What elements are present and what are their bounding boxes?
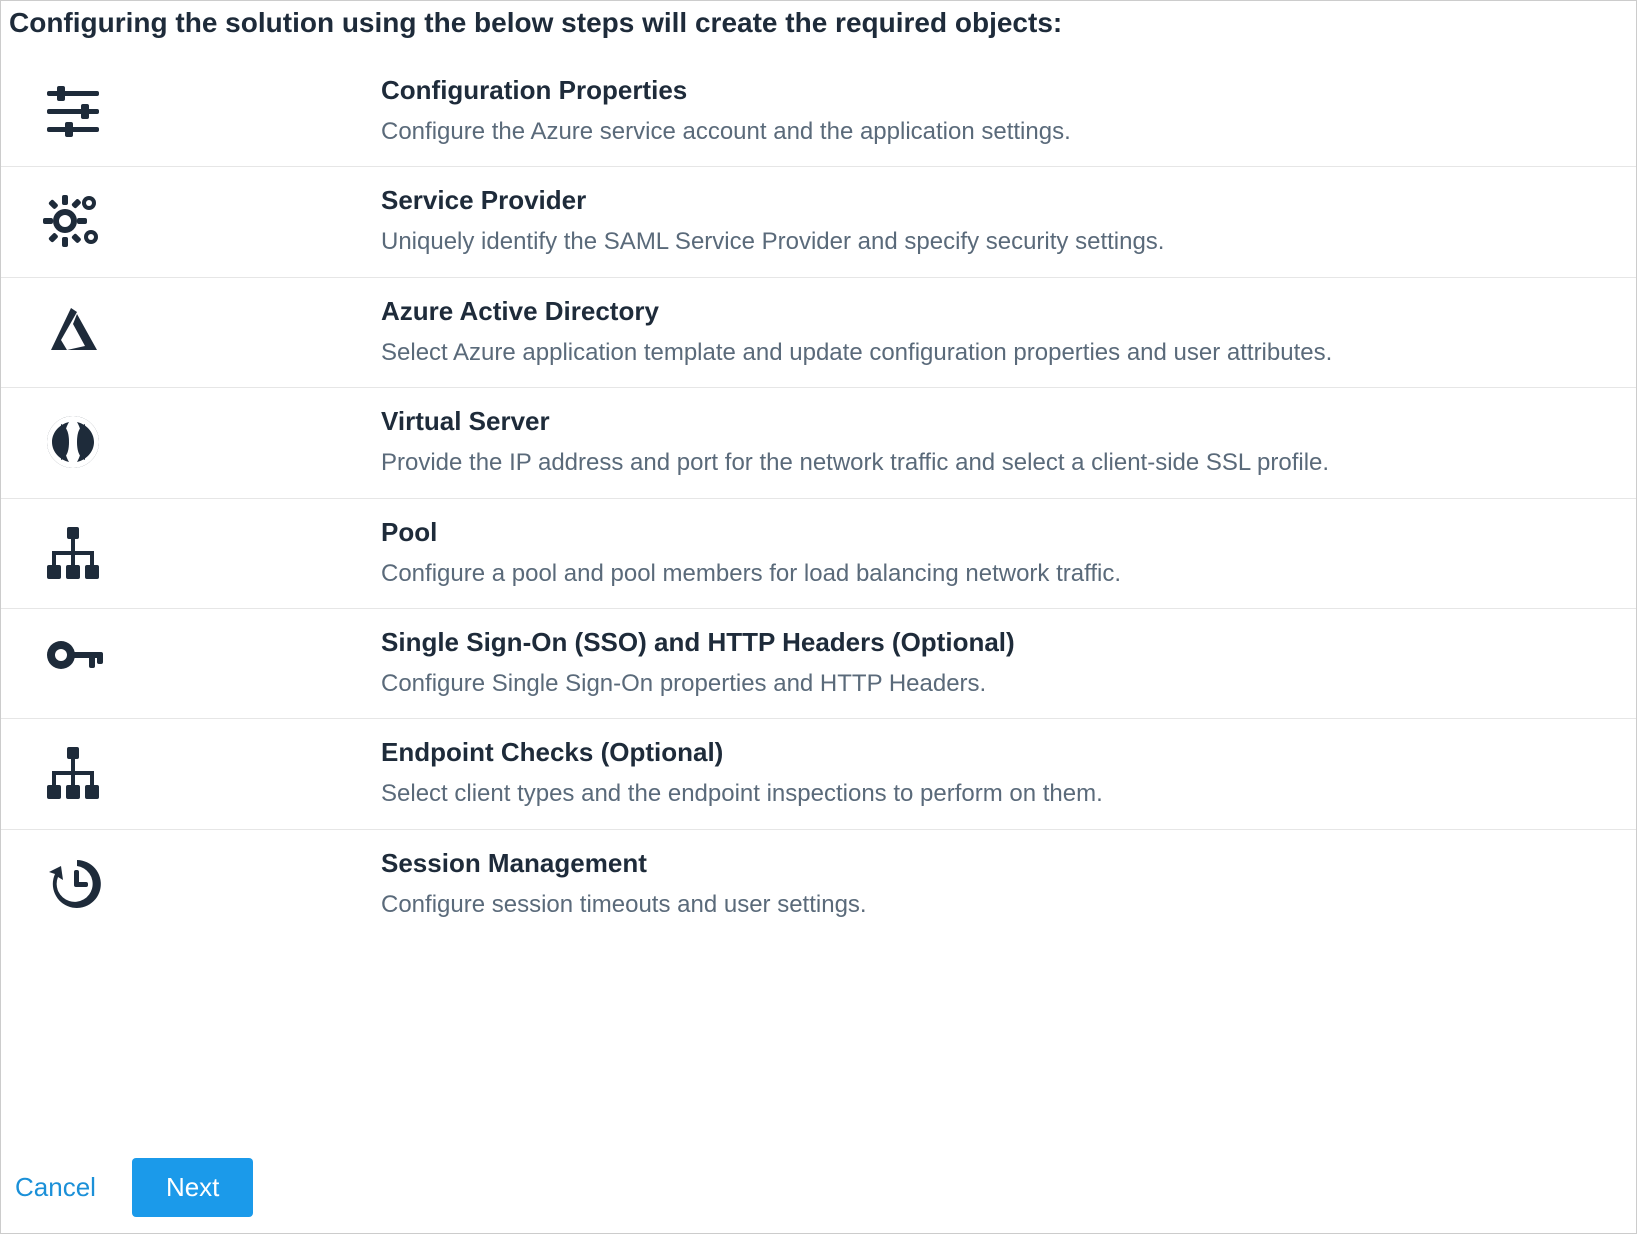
step-configuration-properties[interactable]: Configuration Properties Configure the A… xyxy=(1,57,1636,167)
step-text: Virtual Server Provide the IP address an… xyxy=(381,406,1626,479)
step-desc: Uniquely identify the SAML Service Provi… xyxy=(381,226,1626,258)
next-button[interactable]: Next xyxy=(132,1158,253,1217)
step-text: Session Management Configure session tim… xyxy=(381,848,1626,921)
wizard-footer: Cancel Next xyxy=(1,1144,1636,1233)
gears-icon xyxy=(41,185,381,253)
step-azure-ad[interactable]: Azure Active Directory Select Azure appl… xyxy=(1,278,1636,388)
step-endpoint-checks[interactable]: Endpoint Checks (Optional) Select client… xyxy=(1,719,1636,829)
step-title: Configuration Properties xyxy=(381,75,1626,106)
step-virtual-server[interactable]: Virtual Server Provide the IP address an… xyxy=(1,388,1636,498)
step-title: Service Provider xyxy=(381,185,1626,216)
step-text: Service Provider Uniquely identify the S… xyxy=(381,185,1626,258)
config-wizard-panel: Configuring the solution using the below… xyxy=(0,0,1637,1234)
step-text: Configuration Properties Configure the A… xyxy=(381,75,1626,148)
step-title: Endpoint Checks (Optional) xyxy=(381,737,1626,768)
step-desc: Configure a pool and pool members for lo… xyxy=(381,558,1626,590)
step-title: Virtual Server xyxy=(381,406,1626,437)
step-title: Pool xyxy=(381,517,1626,548)
step-desc: Select client types and the endpoint ins… xyxy=(381,778,1626,810)
step-text: Pool Configure a pool and pool members f… xyxy=(381,517,1626,590)
step-pool[interactable]: Pool Configure a pool and pool members f… xyxy=(1,499,1636,609)
sitemap-icon xyxy=(41,737,381,805)
step-desc: Configure Single Sign-On properties and … xyxy=(381,668,1626,700)
globe-icon xyxy=(41,406,381,474)
step-service-provider[interactable]: Service Provider Uniquely identify the S… xyxy=(1,167,1636,277)
step-sso[interactable]: Single Sign-On (SSO) and HTTP Headers (O… xyxy=(1,609,1636,719)
sliders-icon xyxy=(41,75,381,143)
step-text: Endpoint Checks (Optional) Select client… xyxy=(381,737,1626,810)
azure-icon xyxy=(41,296,381,364)
cancel-button[interactable]: Cancel xyxy=(13,1168,98,1207)
step-session-management[interactable]: Session Management Configure session tim… xyxy=(1,830,1636,939)
step-text: Single Sign-On (SSO) and HTTP Headers (O… xyxy=(381,627,1626,700)
step-title: Single Sign-On (SSO) and HTTP Headers (O… xyxy=(381,627,1626,658)
history-icon xyxy=(41,848,381,916)
sitemap-icon xyxy=(41,517,381,585)
step-desc: Configure the Azure service account and … xyxy=(381,116,1626,148)
step-desc: Configure session timeouts and user sett… xyxy=(381,889,1626,921)
step-title: Session Management xyxy=(381,848,1626,879)
key-icon xyxy=(41,627,381,695)
step-desc: Provide the IP address and port for the … xyxy=(381,447,1626,479)
wizard-heading: Configuring the solution using the below… xyxy=(1,1,1636,57)
step-title: Azure Active Directory xyxy=(381,296,1626,327)
step-desc: Select Azure application template and up… xyxy=(381,337,1626,369)
step-text: Azure Active Directory Select Azure appl… xyxy=(381,296,1626,369)
